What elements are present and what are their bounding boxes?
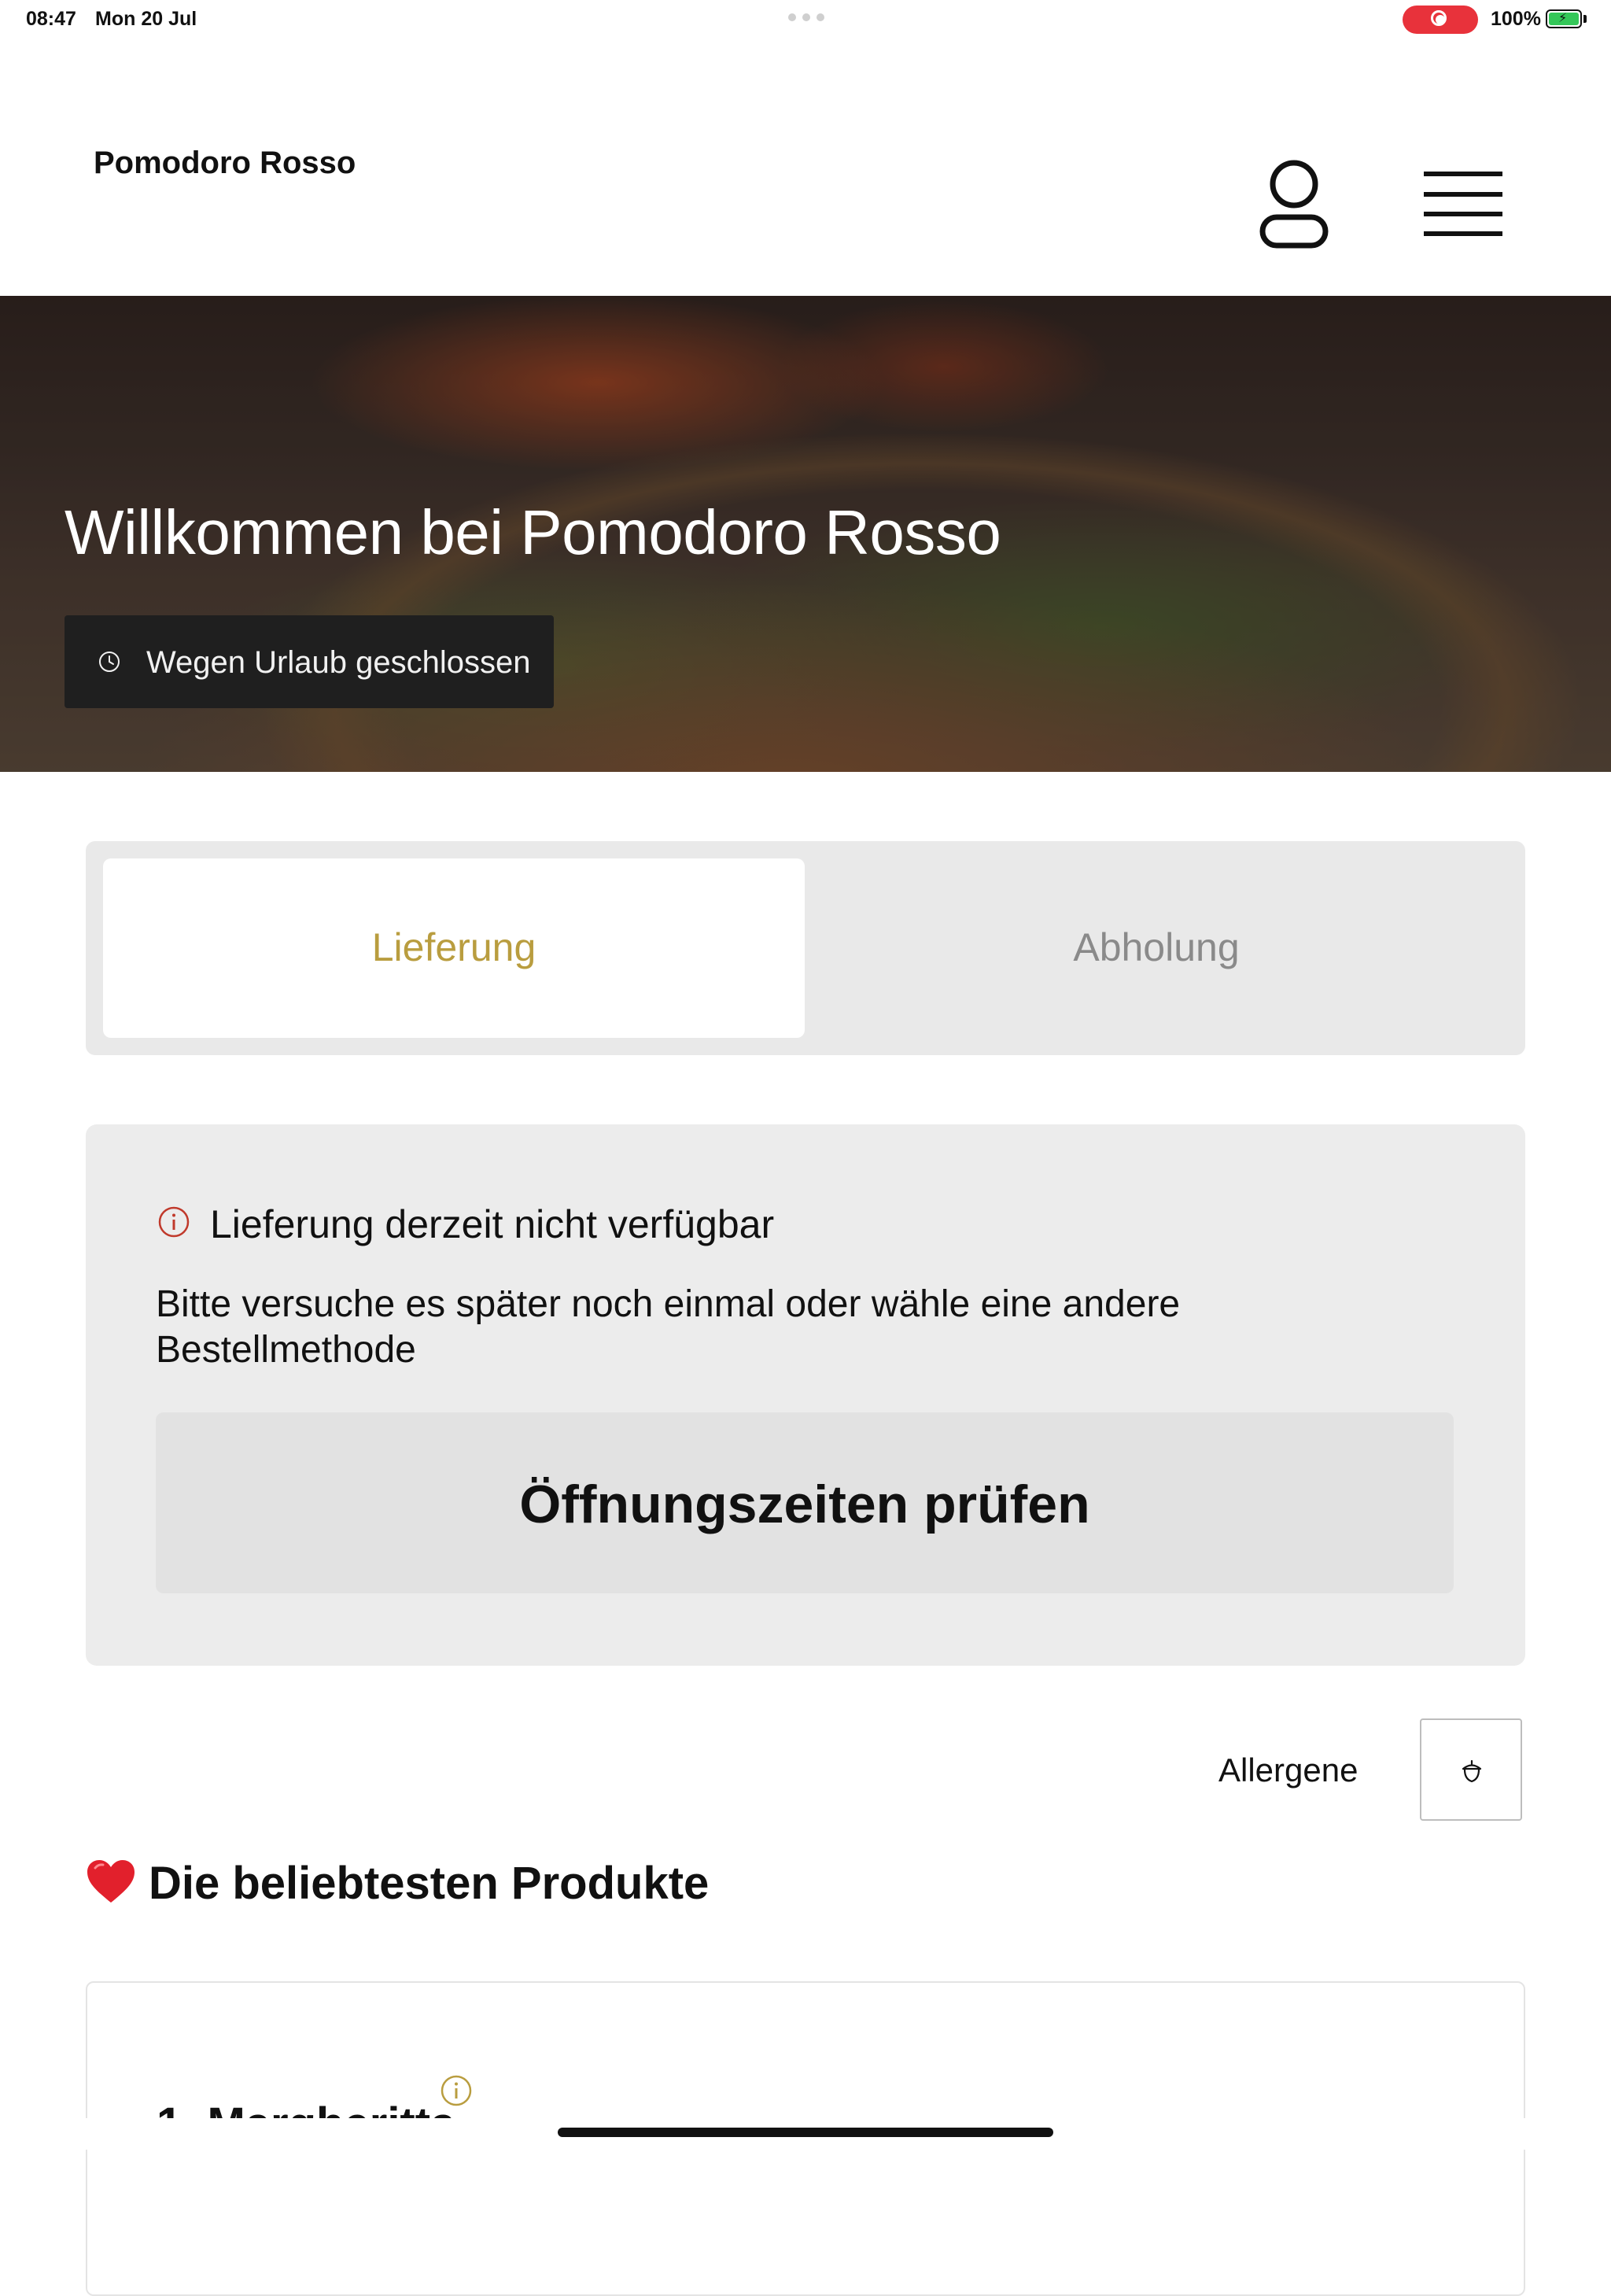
status-time: 08:47 (26, 8, 76, 30)
allergens-label: Allergene (1218, 1752, 1358, 1788)
clock-icon (99, 652, 120, 672)
status-badge-text: Wegen Urlaub geschlossen (146, 645, 531, 680)
status-bar: 08:47 Mon 20 Jul 100% ⚡ (0, 0, 1611, 38)
order-method-tabs: Lieferung Abholung (86, 841, 1525, 1055)
info-circle-icon (158, 1206, 190, 1238)
home-indicator[interactable] (558, 2128, 1053, 2137)
check-opening-hours-label: Öffnungszeiten prüfen (519, 1475, 1090, 1534)
multitasking-dots-icon[interactable] (788, 13, 826, 21)
status-date: Mon 20 Jul (95, 8, 197, 30)
delivery-unavailable-notice: Lieferung derzeit nicht verfügbar Bitte … (86, 1124, 1525, 1666)
notice-body: Bitte versuche es später noch einmal ode… (156, 1283, 1181, 1371)
battery-icon: ⚡ (1546, 9, 1582, 28)
battery-percentage: 100% (1491, 8, 1541, 30)
notice-title: Lieferung derzeit nicht verfügbar (210, 1202, 775, 1246)
screen-recording-icon[interactable] (1403, 6, 1478, 34)
user-icon[interactable] (1259, 159, 1329, 250)
check-opening-hours-button[interactable]: Öffnungszeiten prüfen (156, 1412, 1454, 1593)
info-circle-icon[interactable] (440, 2074, 473, 2107)
tab-pickup-label: Abholung (1073, 925, 1240, 969)
red-heart-icon (87, 1860, 135, 1903)
status-badge: Wegen Urlaub geschlossen (65, 615, 554, 708)
battery-cap (1583, 15, 1587, 23)
brand-name[interactable]: Pomodoro Rosso (94, 146, 356, 181)
allergens-button[interactable] (1420, 1718, 1522, 1821)
hero-banner: Willkommen bei Pomodoro Rosso Wegen Urla… (0, 296, 1611, 772)
tab-delivery-label: Lieferung (371, 925, 536, 969)
tab-delivery[interactable]: Lieferung (103, 858, 805, 1038)
section-title: Die beliebtesten Produkte (149, 1858, 710, 1909)
acorn-icon (1462, 1759, 1482, 1783)
tab-pickup[interactable]: Abholung (805, 858, 1508, 1038)
hamburger-menu-icon[interactable] (1424, 170, 1502, 238)
site-header: Pomodoro Rosso (0, 38, 1611, 296)
hero-title: Willkommen bei Pomodoro Rosso (65, 497, 1001, 567)
